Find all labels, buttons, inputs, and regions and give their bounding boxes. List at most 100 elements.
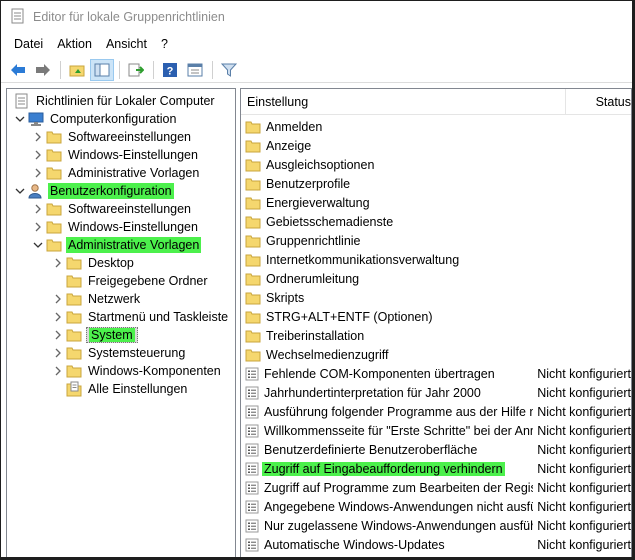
- folder-icon: [45, 128, 63, 146]
- list-item-setting[interactable]: Willkommensseite für "Erste Schritte" be…: [241, 421, 631, 440]
- tree-item-label: Richtlinien für Lokaler Computer: [36, 94, 215, 108]
- list-item-setting[interactable]: Nur zugelassene Windows-Anwendungen ausf…: [241, 516, 631, 535]
- folder-icon: [45, 200, 63, 218]
- tree-item-label: Startmenü und Taskleiste: [88, 310, 229, 324]
- list-item-label: Benutzerprofile: [266, 176, 351, 191]
- list-item-folder[interactable]: Skripts: [241, 288, 631, 307]
- folder-icon: [245, 347, 261, 363]
- list-item-label: Zugriff auf Programme zum Bearbeiten der…: [264, 480, 533, 495]
- chevron-right-icon[interactable]: [31, 146, 45, 164]
- export-list-icon[interactable]: [124, 59, 148, 81]
- menu-aktion[interactable]: Aktion: [51, 35, 98, 53]
- list-item-setting[interactable]: Automatische Windows-Updates Nicht konfig…: [241, 535, 631, 554]
- folder-icon: [65, 362, 83, 380]
- tree-item-computer-config[interactable]: Computerkonfiguration: [13, 110, 178, 128]
- tree-item-computer-software[interactable]: Softwareeinstellungen: [31, 128, 193, 146]
- chevron-right-icon[interactable]: [51, 308, 65, 326]
- list-item-label: STRG+ALT+ENTF (Optionen): [266, 309, 433, 324]
- tree-item-desktop[interactable]: Desktop: [51, 254, 136, 272]
- folder-icon: [65, 254, 83, 272]
- tree-item-all-settings[interactable]: Alle Einstellungen: [51, 380, 189, 398]
- list-item-folder[interactable]: Anmelden: [241, 117, 631, 136]
- list-item-folder[interactable]: Treiberinstallation: [241, 326, 631, 345]
- chevron-right-icon[interactable]: [31, 164, 45, 182]
- user-icon: [27, 182, 45, 200]
- list-item-folder[interactable]: Anzeige: [241, 136, 631, 155]
- tree-item-startmenu[interactable]: Startmenü und Taskleiste: [51, 308, 230, 326]
- list-item-state: Nicht konfiguriert: [537, 423, 631, 438]
- chevron-down-icon[interactable]: [13, 110, 27, 128]
- tree-item-windows-components[interactable]: Windows-Komponenten: [51, 362, 223, 380]
- menu-help[interactable]: ?: [155, 35, 174, 53]
- toolbar: ?: [1, 57, 632, 83]
- list-item-folder[interactable]: Gruppenrichtlinie: [241, 231, 631, 250]
- tree-item-user-admin[interactable]: Administrative Vorlagen: [31, 236, 202, 254]
- forward-arrow-icon[interactable]: [31, 59, 55, 81]
- list-item-setting[interactable]: Angegebene Windows-Anwendungen nicht aus…: [241, 497, 631, 516]
- tree-item-controlpanel[interactable]: Systemsteuerung: [51, 344, 187, 362]
- list-item-label: Ordnerumleitung: [266, 271, 360, 286]
- tree-item-label: Computerkonfiguration: [50, 112, 177, 126]
- help-icon[interactable]: ?: [158, 59, 182, 81]
- chevron-right-icon[interactable]: [31, 128, 45, 146]
- tree-item-network[interactable]: Netzwerk: [51, 290, 142, 308]
- list-item-setting[interactable]: Benutzerdefinierte Benutzeroberfläche Nic…: [241, 440, 631, 459]
- list-item-folder[interactable]: Internetkommunikationsverwaltung: [241, 250, 631, 269]
- tree-item-user-config[interactable]: Benutzerkonfiguration: [13, 182, 174, 200]
- folder-icon: [245, 309, 261, 325]
- list-item-folder[interactable]: Gebietsschemadienste: [241, 212, 631, 231]
- tree-item-system[interactable]: System: [51, 326, 138, 344]
- tree-item-computer-windows[interactable]: Windows-Einstellungen: [31, 146, 200, 164]
- tree-item-user-software[interactable]: Softwareeinstellungen: [31, 200, 193, 218]
- list-item-label: Gebietsschemadienste: [266, 214, 394, 229]
- list-item-folder[interactable]: STRG+ALT+ENTF (Optionen): [241, 307, 631, 326]
- chevron-down-icon[interactable]: [13, 182, 27, 200]
- settings-folder-icon: [65, 380, 83, 398]
- list-item-folder[interactable]: Benutzerprofile: [241, 174, 631, 193]
- list-item-setting[interactable]: Zugriff auf Eingabeaufforderung verhinde…: [241, 459, 631, 478]
- menu-bar: Datei Aktion Ansicht ?: [1, 33, 632, 55]
- back-arrow-icon[interactable]: [6, 59, 30, 81]
- list-item-label: Willkommensseite für "Erste Schritte" be…: [264, 423, 533, 438]
- show-tree-icon[interactable]: [90, 58, 114, 81]
- list-item-folder[interactable]: Ausgleichsoptionen: [241, 155, 631, 174]
- up-folder-icon[interactable]: [65, 59, 89, 81]
- list-item-label: Treiberinstallation: [266, 328, 365, 343]
- chevron-right-icon[interactable]: [51, 362, 65, 380]
- folder-icon: [245, 195, 261, 211]
- chevron-right-icon[interactable]: [51, 326, 65, 344]
- chevron-right-icon[interactable]: [51, 344, 65, 362]
- policy-setting-icon: [245, 537, 259, 553]
- folder-icon: [45, 218, 63, 236]
- settings-list-pane: Einstellung Status Anmelden Anzeige Ausgle…: [240, 88, 632, 557]
- tree-item-root[interactable]: Richtlinien für Lokaler Computer: [7, 92, 217, 110]
- properties-icon[interactable]: [183, 59, 207, 81]
- list-item-setting[interactable]: Ausführung folgender Programme aus der H…: [241, 402, 631, 421]
- svg-text:?: ?: [167, 65, 174, 77]
- chevron-right-icon[interactable]: [31, 200, 45, 218]
- list-item-setting[interactable]: Jahrhundertinterpretation für Jahr 2000 N…: [241, 383, 631, 402]
- list-item-setting[interactable]: Zugriff auf Programme zum Bearbeiten der…: [241, 478, 631, 497]
- list-item-folder[interactable]: Energieverwaltung: [241, 193, 631, 212]
- menu-ansicht[interactable]: Ansicht: [100, 35, 153, 53]
- chevron-right-icon[interactable]: [51, 254, 65, 272]
- folder-icon: [245, 252, 261, 268]
- tree-item-user-windows[interactable]: Windows-Einstellungen: [31, 218, 200, 236]
- list-item-setting[interactable]: Fehlende COM-Komponenten übertragen Nicht…: [241, 364, 631, 383]
- list-item-folder[interactable]: Wechselmedienzugriff: [241, 345, 631, 364]
- chevron-right-icon[interactable]: [51, 290, 65, 308]
- menu-datei[interactable]: Datei: [8, 35, 49, 53]
- filter-icon[interactable]: [217, 59, 241, 81]
- column-header-setting[interactable]: Einstellung: [241, 89, 566, 114]
- gpedit-window: Editor für lokale Gruppenrichtlinien Dat…: [0, 0, 635, 560]
- tree-item-label: Desktop: [88, 256, 134, 270]
- list-item-state: Nicht konfiguriert: [537, 404, 631, 419]
- folder-icon: [245, 138, 261, 154]
- tree-item-computer-admin[interactable]: Administrative Vorlagen: [31, 164, 201, 182]
- chevron-right-icon[interactable]: [31, 218, 45, 236]
- tree-item-shared-folders[interactable]: Freigegebene Ordner: [51, 272, 210, 290]
- column-header-status[interactable]: Status: [566, 95, 631, 109]
- chevron-down-icon[interactable]: [31, 236, 45, 254]
- list-item-folder[interactable]: Ordnerumleitung: [241, 269, 631, 288]
- policy-setting-icon: [245, 461, 259, 477]
